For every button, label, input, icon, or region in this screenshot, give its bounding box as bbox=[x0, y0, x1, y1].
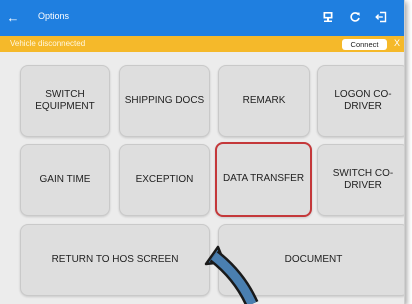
pointer-arrow-icon bbox=[204, 245, 259, 304]
